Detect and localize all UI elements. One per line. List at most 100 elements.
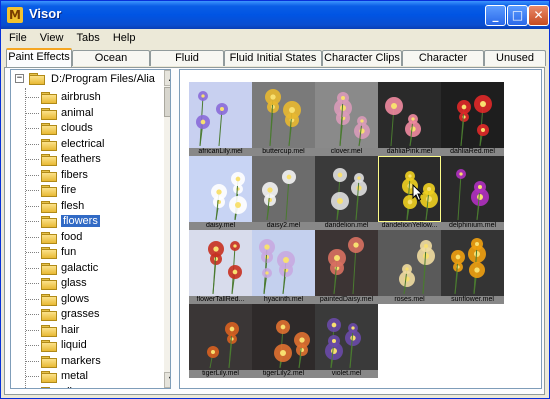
folder-icon bbox=[41, 355, 58, 368]
tree-item-label: hair bbox=[61, 323, 80, 336]
tree-item-airbrush[interactable]: airbrush bbox=[11, 90, 161, 105]
close-button[interactable]: ✕ bbox=[528, 5, 549, 26]
thumbnail-tile[interactable]: daisy2.mel bbox=[252, 156, 315, 230]
flower-thumbnail-image bbox=[189, 230, 252, 296]
window-title: Visor bbox=[29, 6, 62, 21]
tree-item-electrical[interactable]: electrical bbox=[11, 137, 161, 152]
tree-item-fibers[interactable]: fibers bbox=[11, 168, 161, 183]
tab-ocean-examples[interactable]: Ocean Examples bbox=[72, 50, 150, 79]
tree-item-animal[interactable]: animal bbox=[11, 106, 161, 121]
folder-icon bbox=[41, 324, 58, 337]
folder-icon bbox=[41, 107, 58, 120]
folder-icon bbox=[41, 386, 58, 388]
tree-item-label: clouds bbox=[61, 122, 93, 134]
tree-item-fun[interactable]: fun bbox=[11, 245, 161, 260]
thumbnail-tile[interactable]: flowerTallRed... bbox=[189, 230, 252, 304]
tree-branch-line bbox=[26, 143, 39, 145]
tab-character-clips[interactable]: Character Clips bbox=[322, 50, 402, 66]
tree-branch-line bbox=[26, 112, 39, 114]
thumbnail-tile[interactable]: buttercup.mel bbox=[252, 82, 315, 156]
tree-branch-line bbox=[26, 128, 39, 129]
menu-view[interactable]: View bbox=[35, 30, 69, 44]
folder-tree[interactable]: − D:/Program Files/Alia airbrush animal cl… bbox=[10, 69, 171, 389]
thumbnail-tile[interactable]: paintedDaisy.mel bbox=[315, 230, 378, 304]
scroll-down-arrow-icon[interactable]: ▼ bbox=[164, 372, 170, 388]
menu-file[interactable]: File bbox=[4, 30, 32, 44]
tree-branch-line bbox=[26, 283, 39, 284]
scroll-up-arrow-icon[interactable]: ▲ bbox=[164, 70, 170, 86]
menu-help[interactable]: Help bbox=[108, 30, 141, 44]
tree-item-liquid[interactable]: liquid bbox=[11, 338, 161, 353]
tab-character-poses[interactable]: Character Poses bbox=[402, 50, 484, 79]
thumbnail-tile[interactable]: dandelion.mel bbox=[315, 156, 378, 230]
flower-thumbnail-image bbox=[189, 156, 252, 222]
minimize-button[interactable]: _ bbox=[485, 5, 506, 26]
folder-icon bbox=[41, 169, 58, 182]
flower-thumbnail-image bbox=[252, 156, 315, 222]
folder-icon bbox=[41, 92, 58, 104]
thumbnail-tile[interactable]: tigerLily.mel bbox=[189, 304, 252, 378]
scroll-thumb[interactable] bbox=[164, 87, 170, 117]
folder-icon bbox=[41, 309, 58, 321]
tree-item-oils[interactable]: oils bbox=[11, 385, 161, 388]
tree-item-label: fun bbox=[61, 246, 77, 258]
thumbnail-tile[interactable]: tigerLily2.mel bbox=[252, 304, 315, 378]
thumbnail-tile[interactable]: delphinium.mel bbox=[441, 156, 504, 230]
thumbnail-tile[interactable]: roses.mel bbox=[378, 230, 441, 304]
thumbnail-tile[interactable]: dandelionYellow... bbox=[378, 156, 441, 230]
tree-branch-line bbox=[26, 252, 39, 253]
tree-item-markers[interactable]: markers bbox=[11, 354, 161, 369]
thumbnail-caption: dahliaRed.mel bbox=[441, 148, 504, 156]
tree-branch-line bbox=[26, 97, 39, 98]
flower-thumbnail-image bbox=[189, 82, 252, 148]
tree-item-galactic[interactable]: galactic bbox=[11, 261, 161, 276]
tree-item-metal[interactable]: metal bbox=[11, 369, 161, 384]
tree-item-flowers[interactable]: flowers bbox=[11, 214, 161, 229]
folder-icon bbox=[29, 73, 46, 85]
tree-branch-line bbox=[26, 329, 39, 331]
collapse-toggle[interactable]: − bbox=[15, 74, 24, 83]
thumbnail-tile[interactable]: violet.mel bbox=[315, 304, 378, 378]
tab-fluid-examples[interactable]: Fluid Examples bbox=[150, 50, 224, 79]
tree-item-hair[interactable]: hair bbox=[11, 323, 161, 338]
tree-item-feathers[interactable]: feathers bbox=[11, 152, 161, 167]
tree-item-label: electrical bbox=[61, 137, 105, 150]
tab-fluid-initial-states[interactable]: Fluid Initial States bbox=[224, 50, 322, 66]
folder-icon bbox=[41, 138, 58, 151]
thumbnail-tile[interactable]: daisy.mel bbox=[189, 156, 252, 230]
tree-item-glass[interactable]: glass bbox=[11, 276, 161, 291]
tree-branch-line bbox=[26, 205, 39, 207]
menu-tabs[interactable]: Tabs bbox=[72, 30, 105, 44]
thumbnail-tile[interactable]: africanLily.mel bbox=[189, 82, 252, 156]
maximize-button[interactable]: □ bbox=[507, 5, 528, 26]
folder-icon bbox=[41, 231, 58, 244]
tree-item-label: metal bbox=[61, 370, 88, 382]
tree-item-grasses[interactable]: grasses bbox=[11, 307, 161, 322]
thumbnail-tile[interactable]: dahliaRed.mel bbox=[441, 82, 504, 156]
thumbnail-tile[interactable]: dahliaPink.mel bbox=[378, 82, 441, 156]
thumbnail-caption: sunflower.mel bbox=[441, 296, 504, 304]
tree-item-label: liquid bbox=[61, 339, 87, 351]
folder-icon bbox=[41, 185, 58, 197]
thumbnail-gallery: africanLily.mel buttercup.mel clover.mel da… bbox=[179, 69, 542, 389]
tree-item-fire[interactable]: fire bbox=[11, 183, 161, 198]
thumbnail-caption: daisy.mel bbox=[189, 222, 252, 230]
thumbnail-caption: africanLily.mel bbox=[189, 148, 252, 156]
tree-item-food[interactable]: food bbox=[11, 230, 161, 245]
thumbnail-tile[interactable]: hyacinth.mel bbox=[252, 230, 315, 304]
tree-vertical-scrollbar[interactable]: ▲ ▼ bbox=[164, 70, 170, 388]
tree-item-glows[interactable]: glows bbox=[11, 292, 161, 307]
tree-root-path[interactable]: D:/Program Files/Alia bbox=[51, 73, 155, 85]
thumbnail-tile[interactable]: clover.mel bbox=[315, 82, 378, 156]
tree-item-clouds[interactable]: clouds bbox=[11, 121, 161, 136]
tab-unused-clips[interactable]: Unused Clips bbox=[484, 50, 546, 79]
tab-paint-effects[interactable]: Paint Effects bbox=[6, 48, 72, 67]
thumbnail-caption: dahliaPink.mel bbox=[378, 148, 441, 156]
tree-branch-line bbox=[26, 298, 39, 300]
tree-item-label: galactic bbox=[61, 261, 99, 274]
title-bar[interactable]: M Visor _ □ ✕ bbox=[1, 1, 549, 29]
flower-thumbnail-image bbox=[315, 156, 378, 222]
tree-branch-line bbox=[26, 314, 39, 315]
tree-item-flesh[interactable]: flesh bbox=[11, 199, 161, 214]
thumbnail-tile[interactable]: sunflower.mel bbox=[441, 230, 504, 304]
